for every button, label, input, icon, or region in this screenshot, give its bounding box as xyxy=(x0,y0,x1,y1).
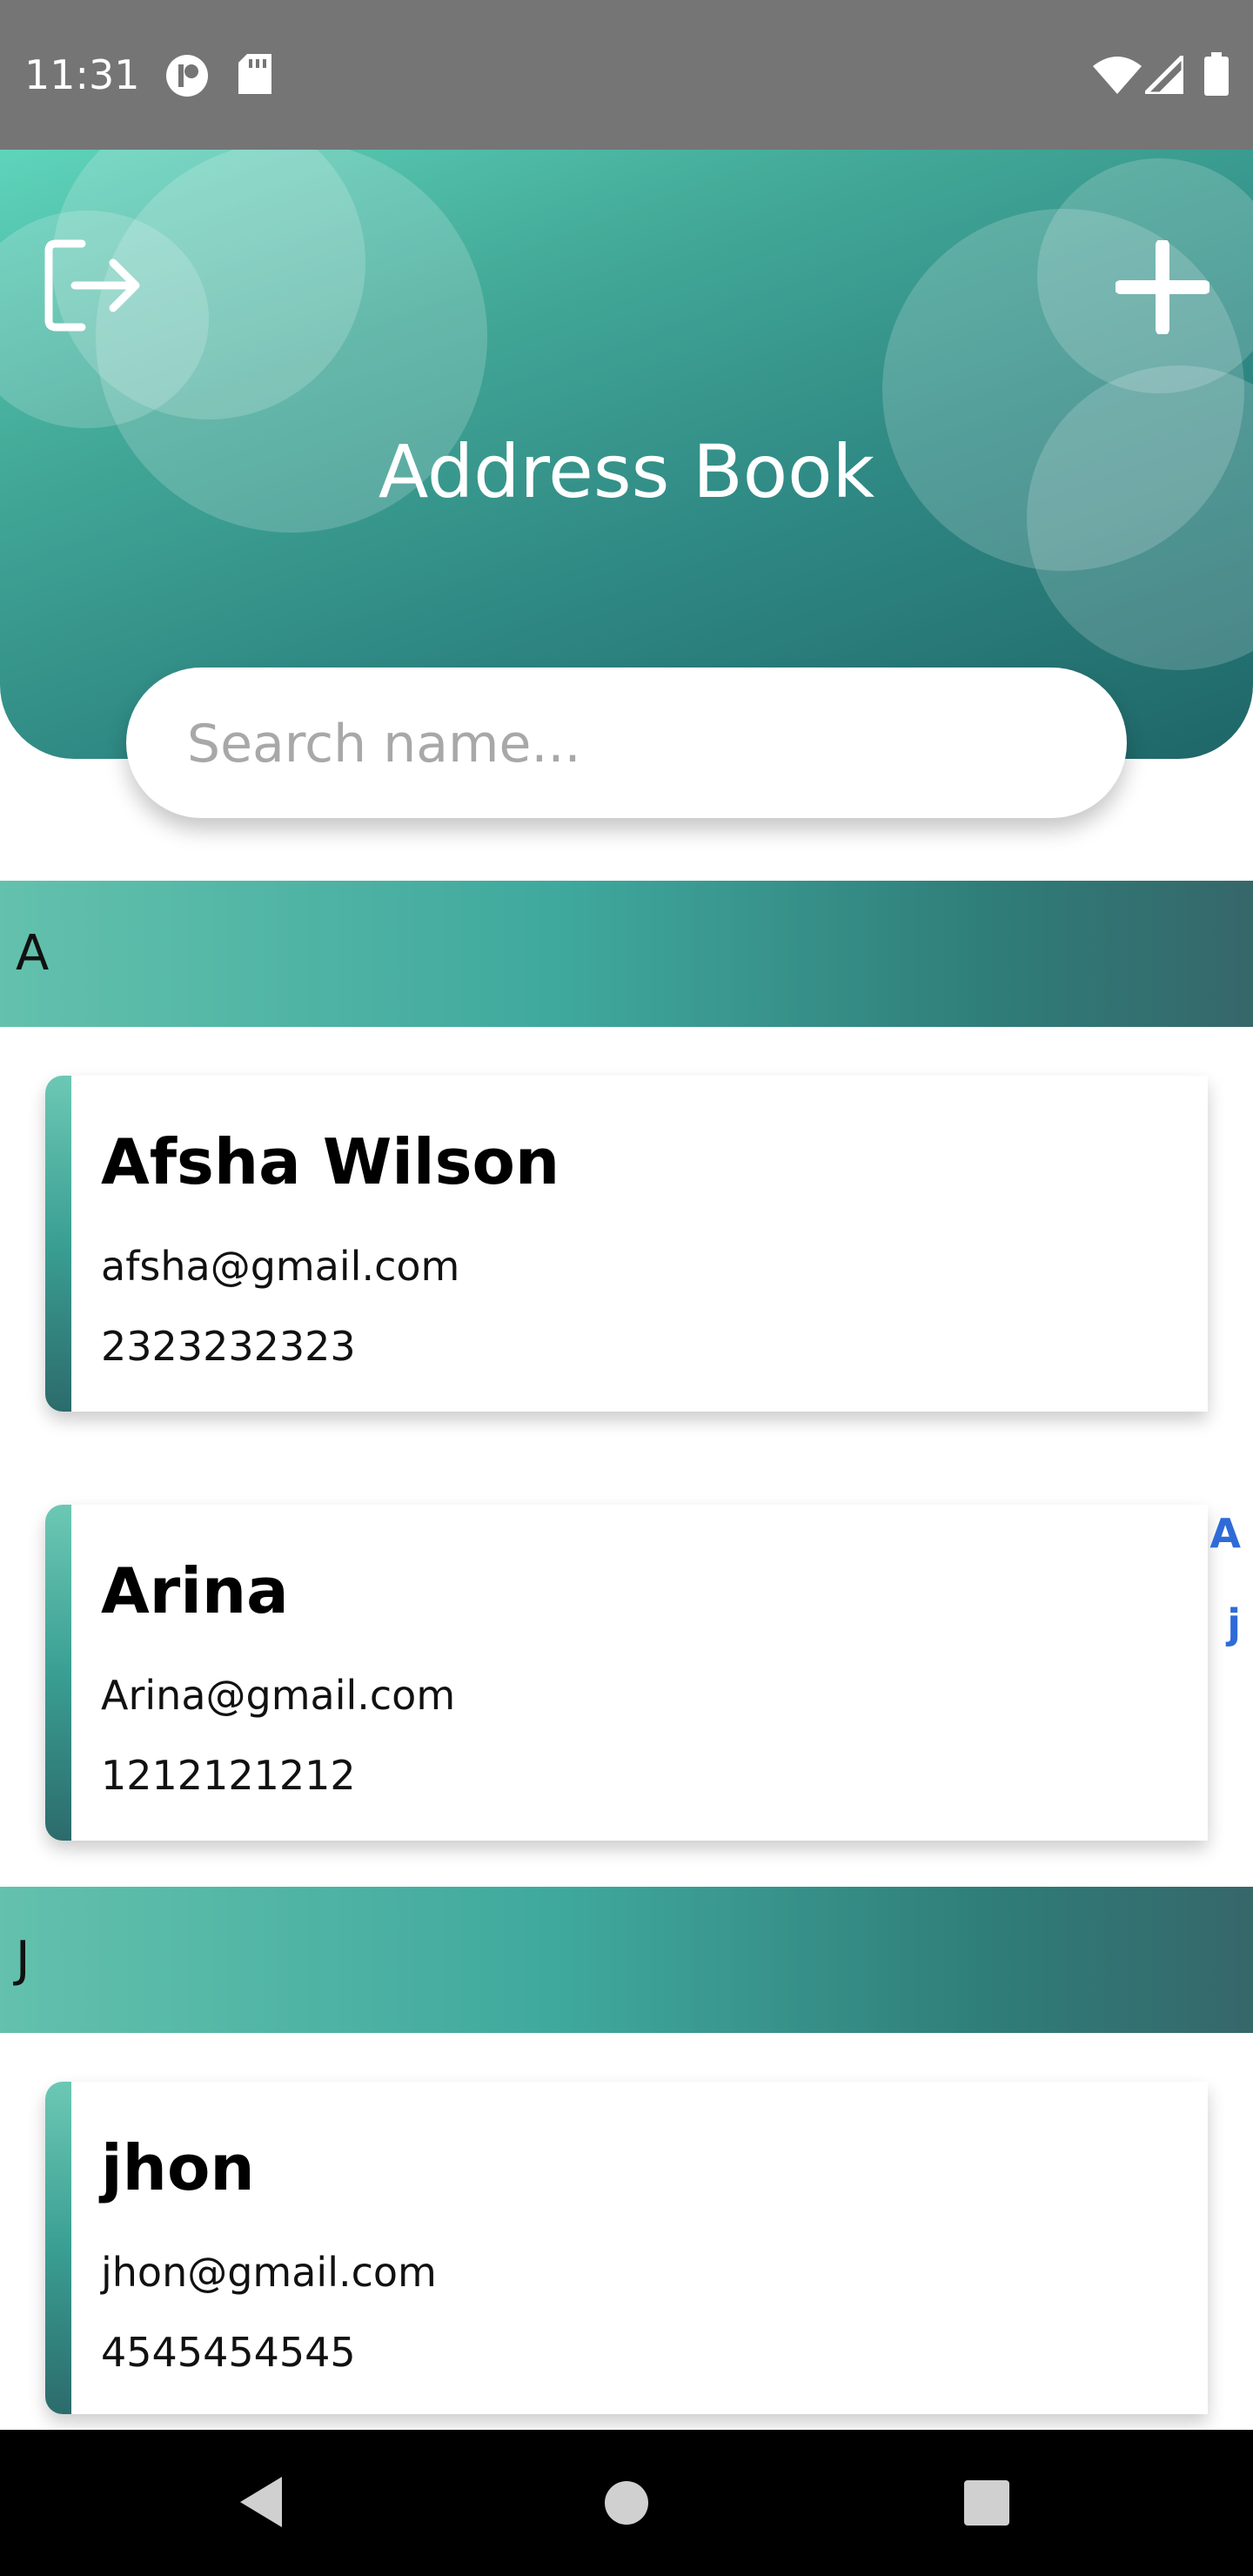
contact-phone: 1212121212 xyxy=(101,1752,356,1799)
search-bar xyxy=(126,667,1127,820)
search-input[interactable] xyxy=(185,667,1094,820)
section-letter: J xyxy=(16,1931,30,1988)
logout-button[interactable] xyxy=(44,237,141,334)
plus-icon xyxy=(1114,238,1211,338)
wifi-icon xyxy=(1093,56,1142,98)
alphabet-index: A j xyxy=(1189,1488,1241,1669)
contact-card[interactable]: jhon jhon@gmail.com 4545454545 xyxy=(45,2082,1208,2414)
navigation-bar xyxy=(0,2430,1253,2576)
contact-name: jhon xyxy=(101,2131,255,2204)
signal-icon xyxy=(1139,50,1186,98)
logout-icon xyxy=(44,239,141,338)
page-title: Address Book xyxy=(378,429,875,514)
index-letter-j[interactable]: j xyxy=(1227,1579,1241,1669)
home-button[interactable] xyxy=(604,2480,649,2526)
contact-card[interactable]: Afsha Wilson afsha@gmail.com 2323232323 xyxy=(45,1076,1208,1412)
back-button[interactable] xyxy=(237,2473,285,2531)
section-header-j: J xyxy=(0,1887,1253,2033)
contact-name: Arina xyxy=(101,1554,289,1627)
card-accent-bar xyxy=(45,1076,71,1412)
contact-name: Afsha Wilson xyxy=(101,1125,560,1198)
contact-email: Arina@gmail.com xyxy=(101,1672,456,1719)
contact-card[interactable]: Arina Arina@gmail.com 1212121212 xyxy=(45,1505,1208,1841)
home-icon xyxy=(604,2481,649,2529)
section-header-a: A xyxy=(0,881,1253,1027)
recents-icon xyxy=(964,2480,1009,2529)
contact-phone: 4545454545 xyxy=(101,2329,356,2376)
index-letter-a[interactable]: A xyxy=(1209,1488,1241,1579)
sd-card-icon xyxy=(238,54,271,98)
card-accent-bar xyxy=(45,1505,71,1841)
contact-phone: 2323232323 xyxy=(101,1323,356,1370)
status-bar: 11:31 xyxy=(0,0,1253,150)
battery-icon xyxy=(1204,52,1229,100)
card-accent-bar xyxy=(45,2082,71,2414)
contact-email: afsha@gmail.com xyxy=(101,1243,460,1290)
contact-email: jhon@gmail.com xyxy=(101,2249,437,2296)
app-notification-icon xyxy=(165,54,209,102)
add-contact-button[interactable] xyxy=(1114,238,1211,336)
recents-button[interactable] xyxy=(964,2480,1009,2526)
status-time: 11:31 xyxy=(24,51,140,98)
section-letter: A xyxy=(16,925,50,982)
back-icon xyxy=(237,2477,285,2534)
